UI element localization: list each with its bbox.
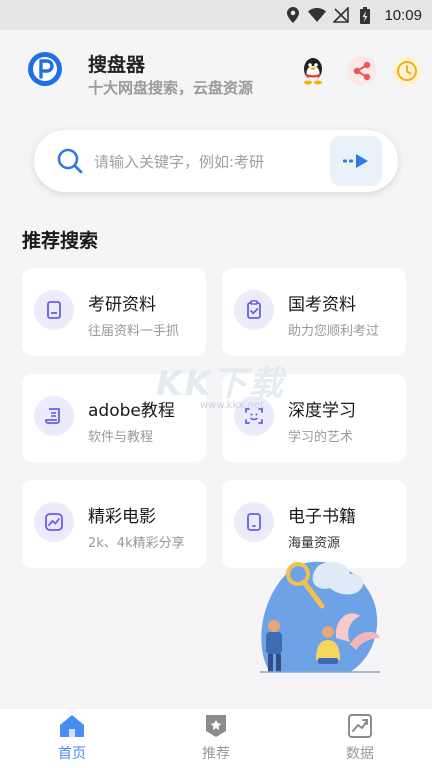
- share-icon: [353, 61, 371, 81]
- scroll-icon: [34, 396, 74, 436]
- nav-recommend-label: 推荐: [202, 746, 230, 762]
- card-title: 电子书籍: [288, 507, 356, 527]
- card-title: 国考资料: [288, 295, 356, 315]
- decorative-illustration: [250, 560, 390, 680]
- nav-data-label: 数据: [346, 746, 374, 762]
- card-subtitle: 软件与教程: [88, 430, 154, 445]
- search-input[interactable]: 请输入关键字，例如:考研: [94, 151, 264, 172]
- battery-charging-icon: [356, 6, 374, 24]
- search-bar[interactable]: 请输入关键字，例如:考研: [34, 130, 398, 192]
- card-subtitle: 学习的艺术: [288, 430, 354, 445]
- bottom-navigation: 首页 推荐 数据: [0, 709, 432, 768]
- wifi-icon: [308, 6, 327, 24]
- card-title: 精彩电影: [88, 507, 156, 527]
- star-badge-icon: [203, 713, 229, 739]
- home-icon: [59, 713, 85, 739]
- card-subtitle: 助力您顺利考过: [288, 324, 380, 339]
- qq-penguin-icon: [304, 58, 322, 85]
- share-button[interactable]: [347, 56, 377, 86]
- nav-home[interactable]: 首页: [32, 713, 112, 765]
- history-button[interactable]: [392, 56, 422, 86]
- chart-line-icon: [34, 502, 74, 542]
- app-subtitle: 十大网盘搜索，云盘资源: [88, 79, 254, 97]
- card-movies[interactable]: 精彩电影 2k、4k精彩分享: [22, 480, 206, 568]
- no-signal-icon: [332, 6, 350, 24]
- status-bar: 10:09: [0, 0, 432, 30]
- card-subtitle: 往届资料一手抓: [88, 324, 180, 339]
- card-subtitle: 海量资源: [288, 536, 341, 551]
- stats-icon: [347, 713, 373, 739]
- app-logo-icon: [26, 50, 64, 88]
- watermark-text: KK下载: [156, 364, 285, 404]
- nav-recommend[interactable]: 推荐: [176, 713, 256, 765]
- card-kaoyan[interactable]: 考研资料 往届资料一手抓: [22, 268, 206, 356]
- qq-button[interactable]: [298, 56, 328, 86]
- app-title: 搜盘器: [88, 54, 146, 76]
- card-guokao[interactable]: 国考资料 助力您顺利考过: [222, 268, 406, 356]
- document-icon: [34, 290, 74, 330]
- location-icon: [284, 6, 302, 24]
- card-subtitle: 2k、4k精彩分享: [88, 536, 185, 551]
- app-header: 搜盘器 十大网盘搜索，云盘资源: [0, 30, 432, 120]
- nav-data[interactable]: 数据: [320, 713, 400, 765]
- section-title-recommended: 推荐搜索: [22, 230, 99, 252]
- tablet-icon: [234, 502, 274, 542]
- status-time: 10:09: [384, 6, 422, 24]
- search-icon: [56, 147, 84, 175]
- play-arrow-icon: [343, 154, 368, 168]
- card-title: 深度学习: [288, 401, 356, 421]
- clock-icon: [397, 61, 417, 81]
- watermark-url: www.kkx.net: [200, 400, 264, 411]
- card-title: 考研资料: [88, 295, 156, 315]
- search-submit-button[interactable]: [330, 136, 382, 186]
- nav-home-label: 首页: [58, 746, 86, 762]
- card-ebooks[interactable]: 电子书籍 海量资源: [222, 480, 406, 568]
- clipboard-check-icon: [234, 290, 274, 330]
